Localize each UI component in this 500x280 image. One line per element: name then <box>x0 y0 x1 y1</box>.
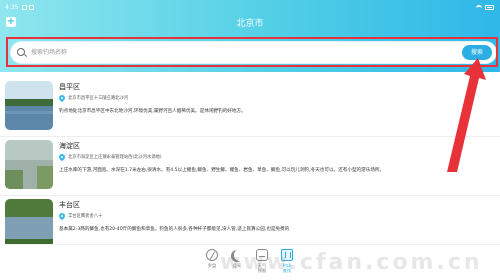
map-icon <box>281 249 293 261</box>
nav-moon[interactable]: 月亮 <box>225 249 249 268</box>
notification-icons <box>22 4 35 10</box>
notification-icon <box>29 4 35 10</box>
list-item[interactable]: 海淀区 北京市海淀区上庄镇永泰管理站西(北沙河水源地) 上庄水库的下游,河面宽。… <box>0 137 500 195</box>
nav-weather[interactable]: 天气 预报 <box>250 249 274 273</box>
spot-thumbnail <box>5 199 53 248</box>
location-pin-icon <box>57 152 67 162</box>
spot-location: 丰台区鹰状金八十 <box>57 211 103 221</box>
spot-name: 海淀区 <box>59 142 80 150</box>
spot-description: 上庄水库的下游,河面宽。水深在1.7米左右,很清水。有4.5以上鲤鱼,鲫鱼、野生… <box>59 168 385 173</box>
spot-address: 丰台区鹰状金八十 <box>68 214 103 219</box>
nav-label: 月亮 <box>232 263 242 268</box>
weather-icon <box>256 249 268 261</box>
battery-icon <box>485 4 494 10</box>
spot-description: 基本属2-3两的鲫鱼,也有20-40斤的鲫鱼和草鱼。钓鱼的人很多,各种杆子都能见… <box>59 227 290 232</box>
spot-name: 丰台区 <box>59 201 80 209</box>
nav-compass[interactable]: 罗盘 <box>200 249 224 268</box>
nav-label: 罗盘 <box>207 263 217 268</box>
spot-address: 北京市海淀区上庄镇永泰管理站西(北沙河水源地) <box>68 155 162 160</box>
list-item[interactable]: 昌平区 北京市昌平区十三陵庄路北沙河 钓点地处北京市昌平区中东北地沙河,环境优美… <box>0 78 500 136</box>
location-pin-icon <box>57 93 67 103</box>
page-title: 北京市 <box>236 19 264 29</box>
status-right <box>476 4 494 10</box>
spot-location: 北京市昌平区十三陵庄路北沙河 <box>57 93 129 103</box>
nav-label: 钓场 查找 <box>282 263 292 273</box>
app-header: 4:35 + 北京市 搜索 <box>0 0 500 72</box>
spot-name: 昌平区 <box>59 83 80 91</box>
moon-icon <box>234 249 246 261</box>
search-input[interactable] <box>31 45 461 60</box>
search-button[interactable]: 搜索 <box>462 45 492 60</box>
spot-thumbnail <box>5 140 53 189</box>
spot-thumbnail <box>5 81 53 130</box>
compass-icon <box>206 249 218 261</box>
search-icon <box>17 48 25 56</box>
spot-address: 北京市昌平区十三陵庄路北沙河 <box>68 96 129 101</box>
nav-label: 天气 预报 <box>257 263 267 273</box>
location-pin-icon <box>57 211 67 221</box>
nav-spot-finder[interactable]: 钓场 查找 <box>275 249 299 273</box>
search-bar: 搜索 <box>11 42 496 63</box>
status-bar: 4:35 <box>5 2 494 12</box>
status-time: 4:35 <box>5 3 19 11</box>
bottom-nav: 罗盘 月亮 天气 预报 钓场 查找 <box>0 244 500 280</box>
spot-description: 钓点地处北京市昌平区中东北地沙河,环境优美,属野河且人烟稀优美。是休闲野钓的好地… <box>59 109 246 114</box>
wifi-icon <box>476 4 482 10</box>
notification-icon <box>22 4 28 10</box>
spot-location: 北京市海淀区上庄镇永泰管理站西(北沙河水源地) <box>57 152 162 162</box>
